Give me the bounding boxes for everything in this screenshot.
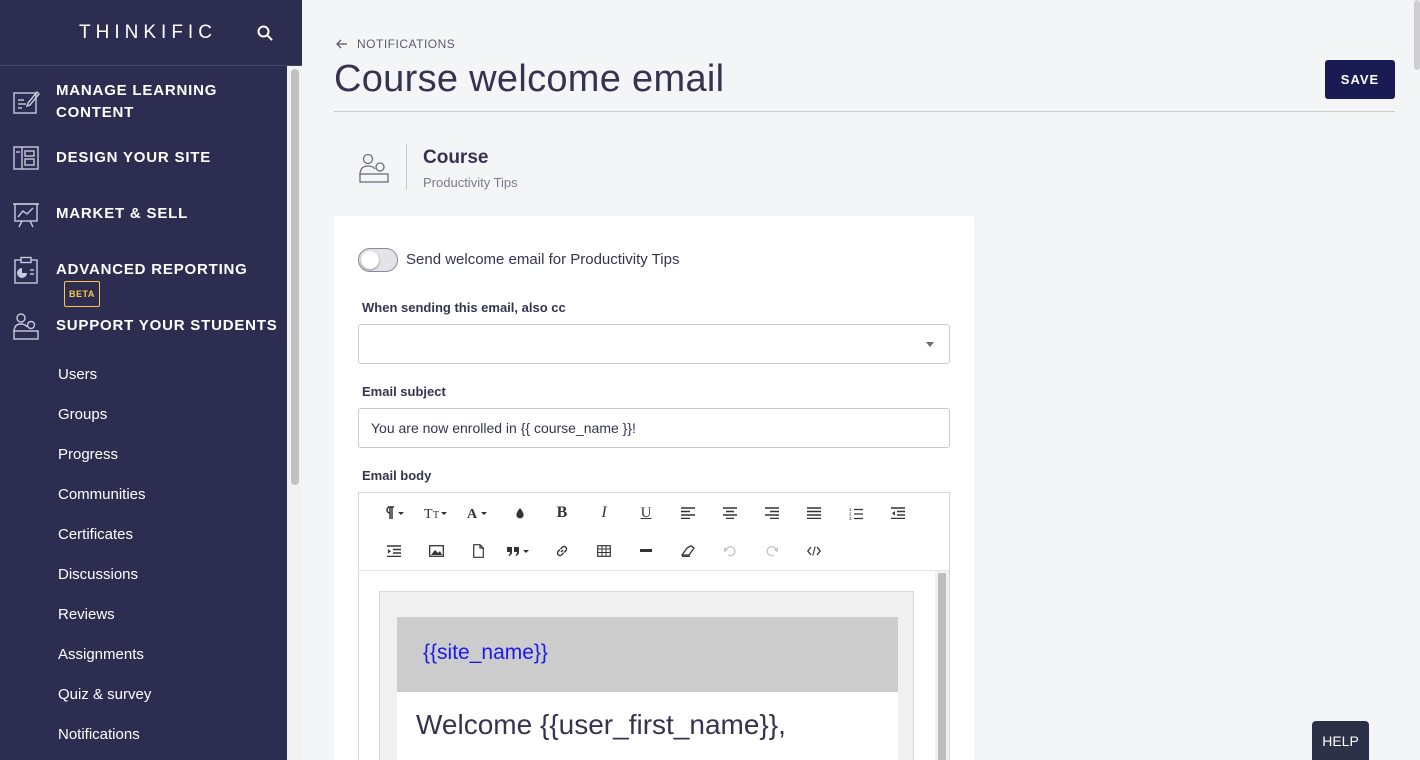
search-icon[interactable] xyxy=(256,24,274,42)
page-scrollbar-thumb[interactable] xyxy=(1414,0,1420,70)
sidebar-scrollbar-thumb[interactable] xyxy=(291,69,299,485)
caret-down-icon xyxy=(926,342,934,347)
sidebar-item-quiz-survey[interactable]: Quiz & survey xyxy=(58,686,151,703)
redo-icon[interactable] xyxy=(757,539,787,563)
email-body-editor: TT A B I U 123 {{site_name}} Welcome {{u… xyxy=(358,492,950,760)
italic-icon[interactable]: I xyxy=(589,501,619,525)
subject-label: Email subject xyxy=(362,384,446,399)
nav-label-reporting: ADVANCED REPORTING xyxy=(56,261,248,278)
underline-icon[interactable]: U xyxy=(631,501,661,525)
bold-icon[interactable]: B xyxy=(547,501,577,525)
align-right-icon[interactable] xyxy=(757,501,787,525)
students-icon xyxy=(359,153,389,183)
nav-label-manage-1: MANAGE LEARNING xyxy=(56,82,218,99)
sidebar-item-certificates[interactable]: Certificates xyxy=(58,526,133,543)
ordered-list-icon[interactable]: 123 xyxy=(841,501,871,525)
welcome-heading[interactable]: Welcome {{user_first_name}}, xyxy=(416,709,786,741)
nav-label-market: MARKET & SELL xyxy=(56,205,189,222)
brand-bar: THINKIFIC xyxy=(0,0,302,66)
nav-support-your-students[interactable]: SUPPORT YOUR STUDENTS xyxy=(0,312,287,342)
arrow-left-icon xyxy=(336,39,347,49)
site-name-placeholder[interactable]: {{site_name}} xyxy=(423,641,548,665)
svg-text:A: A xyxy=(467,507,478,520)
undo-icon[interactable] xyxy=(715,539,745,563)
toggle-knob xyxy=(361,251,379,269)
beta-badge: BETA xyxy=(64,281,100,307)
cc-select[interactable] xyxy=(358,324,950,364)
cc-label: When sending this email, also cc xyxy=(362,300,566,315)
font-family-icon[interactable]: A xyxy=(463,501,493,525)
sidebar-item-assignments[interactable]: Assignments xyxy=(58,646,144,663)
editor-scrollbar-thumb[interactable] xyxy=(938,573,946,760)
align-center-icon[interactable] xyxy=(715,501,745,525)
insert-table-icon[interactable] xyxy=(589,539,619,563)
insert-file-icon[interactable] xyxy=(463,539,493,563)
back-to-notifications-link[interactable]: NOTIFICATIONS xyxy=(336,37,455,51)
editor-content-area[interactable]: {{site_name}} Welcome {{user_first_name}… xyxy=(359,571,935,760)
indent-icon[interactable] xyxy=(379,539,409,563)
sidebar-item-discussions[interactable]: Discussions xyxy=(58,566,138,583)
welcome-email-toggle[interactable] xyxy=(358,248,398,272)
editor-toolbar: TT A B I U 123 xyxy=(359,493,949,571)
clear-formatting-icon[interactable] xyxy=(673,539,703,563)
layout-icon xyxy=(13,146,39,170)
sidebar-item-communities[interactable]: Communities xyxy=(58,486,146,503)
insert-link-icon[interactable] xyxy=(547,539,577,563)
nav-market-sell[interactable]: MARKET & SELL xyxy=(0,200,287,230)
sidebar-item-groups[interactable]: Groups xyxy=(58,406,107,423)
course-name: Productivity Tips xyxy=(423,175,518,190)
nav-label-manage-2: CONTENT xyxy=(56,104,135,121)
thinkific-logo[interactable]: THINKIFIC xyxy=(79,22,217,44)
paragraph-format-icon[interactable] xyxy=(379,501,409,525)
outdent-icon[interactable] xyxy=(883,501,913,525)
title-divider xyxy=(334,111,1395,112)
welcome-email-toggle-label: Send welcome email for Productivity Tips xyxy=(406,251,680,268)
email-header: {{site_name}} xyxy=(397,617,898,692)
svg-text:T: T xyxy=(433,510,439,520)
report-clipboard-icon xyxy=(14,256,38,284)
course-divider xyxy=(406,144,407,190)
insert-image-icon[interactable] xyxy=(421,539,451,563)
sidebar-item-reviews[interactable]: Reviews xyxy=(58,606,115,623)
edit-document-icon xyxy=(13,90,40,114)
nav-design-your-site[interactable]: DESIGN YOUR SITE xyxy=(0,144,287,174)
nav-label-support: SUPPORT YOUR STUDENTS xyxy=(56,317,278,334)
blockquote-icon[interactable] xyxy=(505,539,535,563)
nav-manage-learning-content[interactable]: MANAGE LEARNING CONTENT xyxy=(0,80,287,126)
sidebar-item-users[interactable]: Users xyxy=(58,366,97,383)
align-left-icon[interactable] xyxy=(673,501,703,525)
email-preview-frame: {{site_name}} Welcome {{user_first_name}… xyxy=(379,591,914,760)
body-label: Email body xyxy=(362,468,432,483)
svg-text:T: T xyxy=(424,507,433,520)
back-link-label: NOTIFICATIONS xyxy=(357,37,456,51)
horizontal-line-icon[interactable] xyxy=(631,539,661,563)
email-subject-input[interactable] xyxy=(358,408,950,448)
save-button[interactable]: SAVE xyxy=(1325,60,1395,99)
font-size-icon[interactable]: TT xyxy=(421,501,451,525)
sidebar-item-notifications[interactable]: Notifications xyxy=(58,726,140,743)
help-button[interactable]: HELP xyxy=(1312,721,1369,760)
chart-board-icon xyxy=(13,203,39,228)
page-title: Course welcome email xyxy=(334,58,725,100)
course-kind-label: Course xyxy=(423,147,489,168)
code-view-icon[interactable] xyxy=(799,539,829,563)
email-body-content: Welcome {{user_first_name}}, xyxy=(397,692,898,760)
nav-advanced-reporting[interactable]: ADVANCED REPORTING BETA xyxy=(0,256,287,307)
text-color-icon[interactable] xyxy=(505,501,535,525)
students-icon xyxy=(13,313,39,340)
align-justify-icon[interactable] xyxy=(799,501,829,525)
svg-text:3: 3 xyxy=(849,516,852,520)
sidebar-nav: MANAGE LEARNING CONTENT DESIGN YOUR SITE xyxy=(0,66,287,760)
nav-label-design: DESIGN YOUR SITE xyxy=(56,149,212,166)
sidebar-item-progress[interactable]: Progress xyxy=(58,446,118,463)
sidebar: THINKIFIC MANAGE LEARNING CONTENT DESIGN… xyxy=(0,0,302,760)
